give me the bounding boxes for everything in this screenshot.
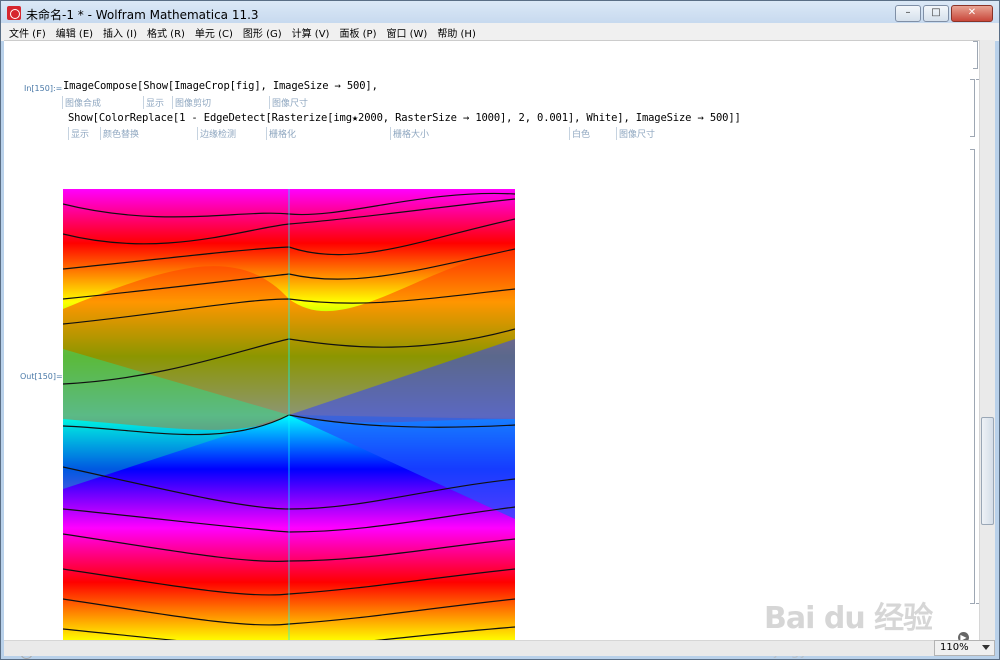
vertical-scrollbar[interactable]: [979, 40, 995, 640]
zoom-dropdown-icon[interactable]: [982, 645, 990, 650]
menu-insert[interactable]: 插入 (I): [103, 25, 137, 40]
hint-rasterize: 栅格化: [266, 127, 296, 140]
input-label: In[150]:=: [24, 84, 63, 93]
hint-image-size-2: 图像尺寸: [616, 127, 655, 140]
watermark-logo: Bai du 经验: [764, 601, 933, 636]
notebook-area[interactable]: In[150]:= ImageCompose[Show[ImageCrop[fi…: [4, 40, 994, 659]
hint-white: 白色: [569, 127, 590, 140]
menu-format[interactable]: 格式 (R): [147, 25, 185, 40]
menu-cell[interactable]: 单元 (C): [195, 25, 233, 40]
menu-graphics[interactable]: 图形 (G): [243, 25, 282, 40]
zoom-selector[interactable]: 110%: [934, 640, 995, 656]
vertical-scroll-thumb[interactable]: [981, 417, 994, 525]
input-line-1[interactable]: ImageCompose[Show[ImageCrop[fig], ImageS…: [63, 80, 378, 92]
menu-bar: 文件 (F) 编辑 (E) 插入 (I) 格式 (R) 单元 (C) 图形 (G…: [1, 23, 999, 41]
menu-file[interactable]: 文件 (F): [9, 25, 46, 40]
hint-raster-size: 栅格大小: [390, 127, 429, 140]
close-button[interactable]: ✕: [951, 5, 993, 22]
menu-window[interactable]: 窗口 (W): [386, 25, 427, 40]
hint-image-size: 图像尺寸: [269, 96, 308, 109]
hint-image-crop: 图像剪切: [172, 96, 211, 109]
output-image[interactable]: [63, 189, 515, 641]
hint-show-2: 显示: [68, 127, 89, 140]
maximize-button[interactable]: □: [923, 5, 949, 22]
color-phase-plot: [63, 189, 515, 641]
horizontal-scrollbar[interactable]: [4, 640, 980, 656]
zoom-value: 110%: [940, 642, 969, 653]
hint-show: 显示: [143, 96, 164, 109]
input-line-2[interactable]: Show[ColorReplace[1 - EdgeDetect[Rasteri…: [68, 112, 741, 124]
title-bar[interactable]: 未命名-1 * - Wolfram Mathematica 11.3 – □ ✕: [1, 1, 999, 25]
output-label: Out[150]=: [20, 372, 63, 381]
minimize-button[interactable]: –: [895, 5, 921, 22]
menu-edit[interactable]: 编辑 (E): [56, 25, 93, 40]
menu-evaluation[interactable]: 计算 (V): [292, 25, 330, 40]
mathematica-app-icon[interactable]: [7, 6, 21, 20]
input-cell-bracket[interactable]: [970, 79, 975, 137]
menu-help[interactable]: 帮助 (H): [437, 25, 476, 40]
hint-image-compose: 图像合成: [62, 96, 101, 109]
hint-edge-detect: 边缘检测: [197, 127, 236, 140]
previous-cell-bracket[interactable]: [973, 41, 978, 69]
window-title: 未命名-1 * - Wolfram Mathematica 11.3: [26, 8, 259, 22]
hint-color-replace: 颜色替换: [100, 127, 139, 140]
output-cell-bracket[interactable]: [970, 149, 975, 604]
window-controls: – □ ✕: [895, 5, 993, 22]
menu-palettes[interactable]: 面板 (P): [339, 25, 376, 40]
